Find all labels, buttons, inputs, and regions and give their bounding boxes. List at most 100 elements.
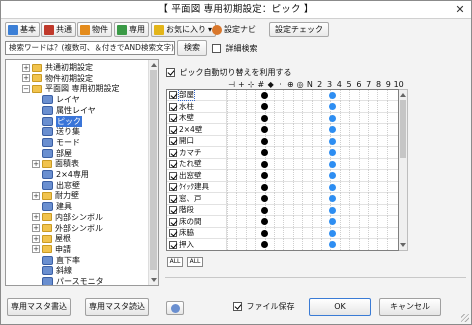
pick-priority-marker[interactable]	[329, 206, 336, 214]
pick-on-marker[interactable]	[261, 137, 268, 145]
pick-grid-scrollbar[interactable]	[399, 89, 408, 251]
scroll-up-icon[interactable]	[151, 63, 157, 67]
pick-on-marker[interactable]	[261, 172, 268, 179]
pick-row[interactable]: カマチ	[167, 147, 398, 159]
pick-row-checkbox[interactable]	[169, 240, 177, 249]
settings-tree[interactable]: + 共通初期設定 + 物件初期設定 − 平面図 専用初期設定 レイヤ 属性レイヤ ピック 送り集モ…	[5, 59, 159, 286]
tree-node[interactable]: − 平面図 専用初期設定	[22, 83, 120, 94]
pick-priority-marker[interactable]	[329, 103, 336, 110]
pick-row[interactable]: 部屋	[167, 90, 398, 101]
pick-row-checkbox[interactable]	[169, 160, 177, 168]
expand-icon[interactable]: +	[32, 245, 40, 254]
expand-icon[interactable]: +	[32, 159, 40, 168]
pick-row[interactable]: ｸｲｯｸ建具	[167, 181, 398, 193]
tree-node[interactable]: レイヤ	[32, 94, 80, 105]
tree-node[interactable]: 直下率	[32, 255, 80, 266]
pick-on-marker[interactable]	[261, 241, 268, 248]
search-button[interactable]: 検索	[177, 40, 207, 56]
pick-row-cells[interactable]	[227, 227, 398, 239]
pick-on-marker[interactable]	[261, 218, 268, 225]
pick-priority-marker[interactable]	[329, 126, 336, 133]
pick-row-cells[interactable]	[227, 135, 398, 147]
pick-row[interactable]: たれ壁	[167, 158, 398, 170]
pick-row-cells[interactable]	[227, 216, 398, 227]
pick-on-marker[interactable]	[261, 183, 268, 191]
tree-node[interactable]: + 内部シンボル	[32, 212, 103, 223]
close-icon[interactable]: ✕	[453, 3, 467, 16]
expand-icon[interactable]: +	[32, 191, 40, 200]
cancel-button[interactable]: キャンセル	[379, 298, 441, 316]
favorite-button[interactable]: お気に入り ▾	[151, 22, 217, 37]
pick-row[interactable]: 階段	[167, 204, 398, 216]
pick-row[interactable]: 床脇	[167, 227, 398, 239]
expand-icon[interactable]: +	[22, 74, 30, 83]
pick-priority-marker[interactable]	[329, 241, 336, 248]
all-off-button[interactable]: ALL	[187, 257, 203, 267]
use-auto-pick-checkbox[interactable]	[166, 68, 175, 77]
pick-row-checkbox[interactable]	[169, 206, 177, 214]
resize-grip-icon[interactable]	[461, 314, 469, 322]
ok-button[interactable]: OK	[309, 298, 371, 316]
pick-row-cells[interactable]	[227, 90, 398, 101]
tree-node[interactable]: + 申請	[32, 244, 71, 255]
tree-node[interactable]: 出窓壁	[32, 180, 80, 191]
pick-priority-marker[interactable]	[329, 91, 336, 99]
pick-on-marker[interactable]	[261, 103, 268, 110]
expand-icon[interactable]: +	[32, 213, 40, 222]
pick-row-cells[interactable]	[227, 181, 398, 193]
pick-row-checkbox[interactable]	[169, 183, 177, 191]
pick-on-marker[interactable]	[261, 229, 268, 237]
collapse-icon[interactable]: −	[22, 84, 30, 93]
tree-node[interactable]: 建具	[32, 201, 72, 212]
pick-row[interactable]: 床の間	[167, 216, 398, 228]
pick-priority-marker[interactable]	[329, 149, 336, 156]
tree-node[interactable]: 部屋	[32, 148, 72, 159]
scroll-down-icon[interactable]	[151, 278, 157, 282]
export-master-button[interactable]: 専用マスタ書込	[7, 298, 71, 316]
pick-row-checkbox[interactable]	[169, 229, 177, 237]
file-save-checkbox[interactable]	[233, 302, 242, 311]
basic-button[interactable]: 基本	[5, 22, 40, 37]
pick-row-cells[interactable]	[227, 193, 398, 204]
pick-priority-marker[interactable]	[329, 160, 336, 168]
pick-row[interactable]: 出窓壁	[167, 170, 398, 182]
pick-on-marker[interactable]	[261, 126, 268, 133]
scroll-up-icon[interactable]	[400, 93, 406, 97]
dedicated-button[interactable]: 専用	[114, 22, 149, 37]
pick-row-checkbox[interactable]	[169, 137, 177, 145]
pick-priority-marker[interactable]	[329, 114, 336, 122]
tree-node[interactable]: 送り集	[32, 126, 80, 137]
pick-on-marker[interactable]	[261, 91, 268, 99]
tree-node[interactable]: 2×4専用	[32, 169, 89, 180]
expand-icon[interactable]: +	[32, 224, 40, 232]
property-button[interactable]: 物件	[77, 22, 112, 37]
pick-grid[interactable]: 部屋 水柱 木壁 2×4壁 開口 カマチ たれ壁 出窓壁 ｸｲｯｸ建具 窓、戸 階段 床の間 床脇 押入	[166, 89, 399, 251]
pick-row-checkbox[interactable]	[169, 102, 177, 111]
tree-node[interactable]: ピック	[32, 115, 82, 127]
pick-row[interactable]: 窓、戸	[167, 193, 398, 205]
tree-node[interactable]: + 屋根	[32, 233, 71, 244]
pick-row[interactable]: 木壁	[167, 112, 398, 124]
config-navi-button[interactable]: 設定ナビ	[210, 22, 259, 37]
pick-row-checkbox[interactable]	[169, 125, 177, 134]
tree-node[interactable]: モード	[32, 137, 80, 148]
pick-row-cells[interactable]	[227, 204, 398, 216]
pick-row-checkbox[interactable]	[169, 148, 177, 157]
tree-node[interactable]: パースモニタ	[32, 276, 104, 285]
pick-on-marker[interactable]	[261, 206, 268, 214]
tree-scrollbar[interactable]	[148, 60, 158, 285]
pick-row-cells[interactable]	[227, 112, 398, 124]
use-auto-pick-toggle[interactable]: ピック自動切り替えを利用する	[166, 67, 292, 78]
tree-node[interactable]: 斜線	[32, 265, 72, 276]
pick-priority-marker[interactable]	[329, 218, 336, 225]
tree-node[interactable]: + 共通初期設定	[22, 62, 93, 73]
pick-row-checkbox[interactable]	[169, 194, 177, 203]
pick-row[interactable]: 2×4壁	[167, 124, 398, 136]
search-input[interactable]: 検索ワードは？(複数可、＆付きでAND検索文字)	[5, 41, 175, 55]
pick-on-marker[interactable]	[261, 160, 268, 168]
import-master-button[interactable]: 専用マスタ読込	[85, 298, 149, 316]
detail-search-checkbox[interactable]	[212, 44, 221, 53]
pick-row-cells[interactable]	[227, 147, 398, 158]
pick-row-cells[interactable]	[227, 124, 398, 135]
expand-icon[interactable]: +	[22, 63, 30, 72]
